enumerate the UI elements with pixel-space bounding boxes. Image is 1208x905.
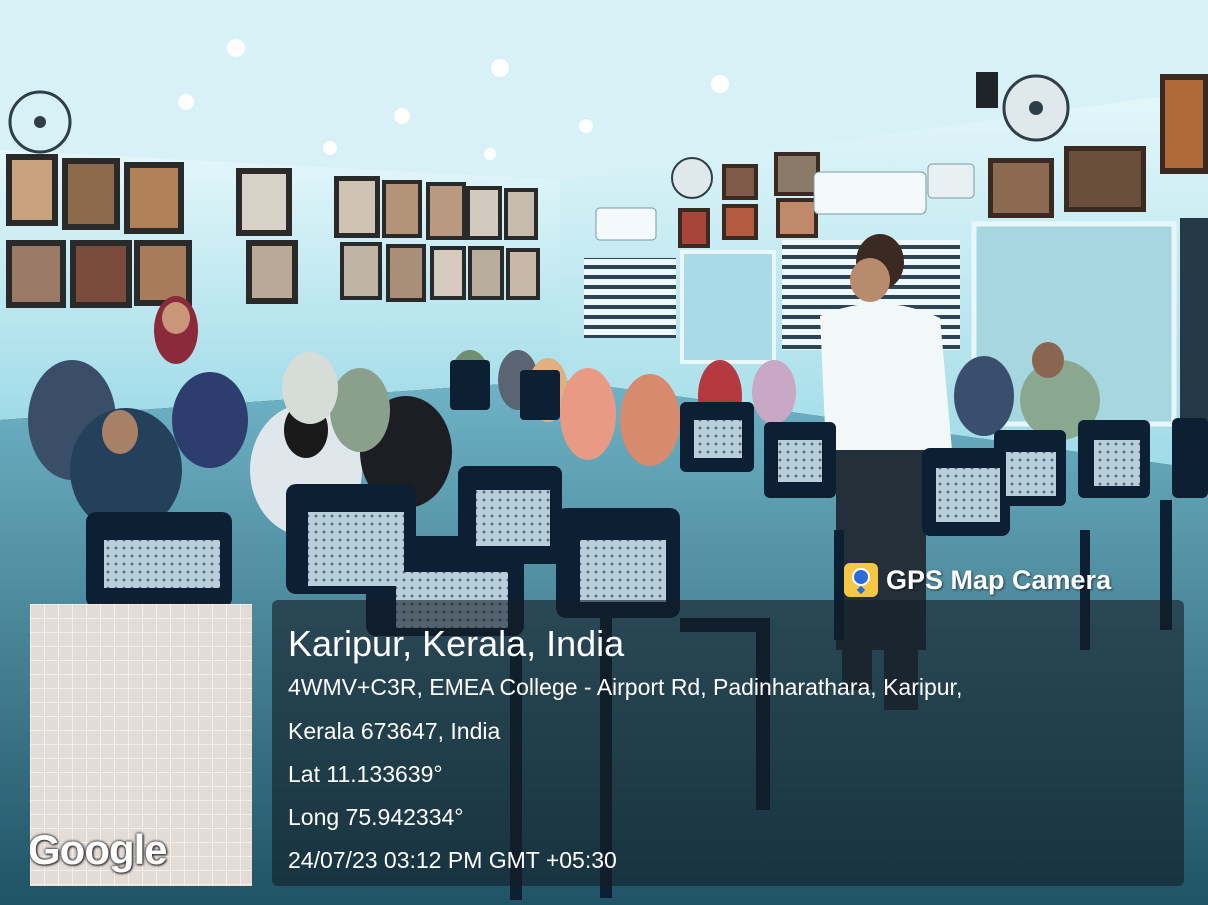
wall-fan-right xyxy=(1002,74,1070,142)
brand-label: GPS Map Camera xyxy=(886,564,1112,595)
mini-map[interactable]: Google xyxy=(30,604,252,886)
timestamp: 24/07/23 03:12 PM GMT +05:30 xyxy=(288,847,617,873)
address-line-2: Kerala 673647, India xyxy=(288,718,501,744)
location-title: Karipur, Kerala, India xyxy=(288,623,625,664)
address-line-1: 4WMV+C3R, EMEA College - Airport Rd, Pad… xyxy=(288,674,963,700)
longitude: Long 75.942334° xyxy=(288,804,464,830)
wall-fan-center xyxy=(671,157,713,199)
latitude: Lat 11.133639° xyxy=(288,761,443,787)
google-logo: Google xyxy=(30,826,168,873)
gps-map-camera-badge: GPS Map Camera xyxy=(844,560,1111,600)
camera-pin-icon xyxy=(844,563,878,597)
